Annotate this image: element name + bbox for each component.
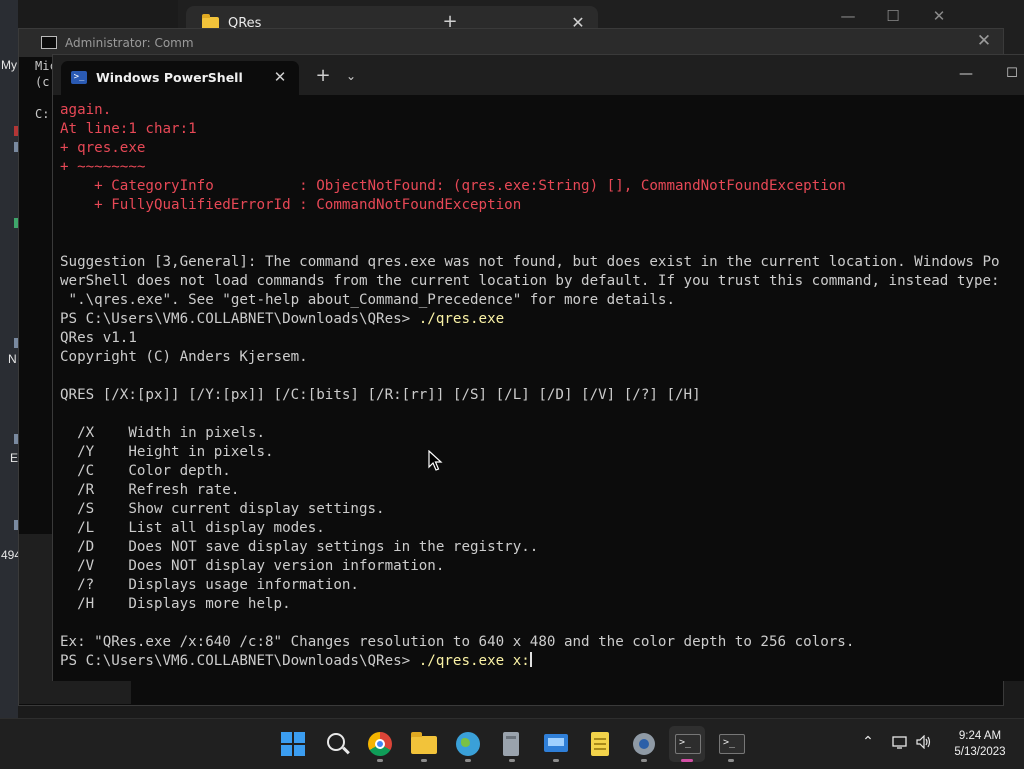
- terminal-window[interactable]: >_ Windows PowerShell ✕ + ⌄ — ☐ again. At…: [52, 54, 1024, 681]
- desktop-label: My: [1, 58, 17, 72]
- terminal-output-line: /R Refresh rate.: [60, 482, 240, 498]
- cmd-text-line: (c: [35, 75, 50, 89]
- volume-icon[interactable]: [914, 729, 934, 755]
- tab-title: Windows PowerShell: [96, 70, 243, 85]
- terminal-output-line: /X Width in pixels.: [60, 425, 265, 441]
- terminal-error-line: + qres.exe: [60, 140, 146, 156]
- terminal-icon: >_: [675, 734, 701, 754]
- terminal-output-line: /S Show current display settings.: [60, 501, 385, 517]
- prompt-path: PS C:\Users\VM6.COLLABNET\Downloads\QRes…: [60, 653, 419, 669]
- active-indicator: [681, 759, 693, 762]
- taskbar-app-file-explorer[interactable]: [406, 726, 442, 762]
- terminal-error-line: again.: [60, 102, 112, 118]
- terminal-output-line: Copyright (C) Anders Kjersem.: [60, 349, 308, 365]
- terminal-output-line: /L List all display modes.: [60, 520, 325, 536]
- terminal-output-line: /C Color depth.: [60, 463, 231, 479]
- close-tab-icon[interactable]: ✕: [270, 66, 290, 88]
- network-icon[interactable]: [890, 729, 910, 755]
- terminal-output-line: Ex: "QRes.exe /x:640 /c:8" Changes resol…: [60, 634, 855, 650]
- terminal-output-line: /H Displays more help.: [60, 596, 291, 612]
- terminal-output-line: ".\qres.exe". See "get-help about_Comman…: [60, 292, 675, 308]
- desktop-label: N: [8, 352, 17, 366]
- running-indicator: [509, 759, 515, 762]
- folder-icon: [411, 732, 437, 754]
- mouse-cursor-icon: [428, 450, 443, 471]
- search-button[interactable]: [319, 726, 355, 762]
- taskbar-app-settings[interactable]: [626, 726, 662, 762]
- terminal-error-line: + FullyQualifiedErrorId : CommandNotFoun…: [60, 197, 522, 213]
- start-button[interactable]: [275, 726, 311, 762]
- taskbar-app-drive[interactable]: [494, 726, 530, 762]
- tab-windows-powershell[interactable]: >_ Windows PowerShell ✕: [61, 61, 299, 95]
- running-indicator: [641, 759, 647, 762]
- system-clock[interactable]: 9:24 AM 5/13/2023: [940, 728, 1020, 760]
- minimize-button[interactable]: —: [951, 63, 981, 85]
- gear-icon: [633, 733, 655, 755]
- taskbar-app-terminal[interactable]: >_: [669, 726, 705, 762]
- taskbar-app-notepad[interactable]: [582, 726, 618, 762]
- terminal-output-line: Suggestion [3,General]: The command qres…: [60, 254, 1000, 270]
- terminal-output-line: werShell does not load commands from the…: [60, 273, 1000, 289]
- taskbar: >_ >_ ⌃ 9:24 AM 5/13/2023: [0, 718, 1024, 769]
- terminal-output-line: /? Displays usage information.: [60, 577, 359, 593]
- chrome-icon: [368, 732, 392, 756]
- prompt-path: PS C:\Users\VM6.COLLABNET\Downloads\QRes…: [60, 311, 419, 327]
- maximize-button[interactable]: ☐: [997, 63, 1024, 85]
- chevron-up-icon[interactable]: ⌃: [858, 729, 878, 755]
- terminal-output-line: /D Does NOT save display settings in the…: [60, 539, 539, 555]
- windows-start-icon: [281, 732, 305, 756]
- prompt-command[interactable]: ./qres.exe x:: [419, 653, 530, 669]
- minimize-button[interactable]: —: [836, 6, 860, 26]
- monitor-icon: [544, 734, 568, 752]
- terminal-tab-bar: >_ Windows PowerShell ✕ + ⌄ — ☐: [53, 55, 1024, 95]
- powershell-icon: >_: [71, 71, 87, 84]
- terminal-output-line: /Y Height in pixels.: [60, 444, 274, 460]
- terminal-prompt-line: PS C:\Users\VM6.COLLABNET\Downloads\QRes…: [60, 310, 504, 329]
- cmd-window-title: Administrator: Comm: [65, 36, 194, 50]
- running-indicator: [377, 759, 383, 762]
- drive-icon: [503, 732, 519, 756]
- running-indicator: [465, 759, 471, 762]
- terminal-icon: >_: [719, 734, 745, 754]
- new-tab-button[interactable]: +: [311, 65, 335, 87]
- maximize-button[interactable]: ☐: [881, 6, 905, 26]
- terminal-output-line: QRes v1.1: [60, 330, 137, 346]
- chevron-down-icon[interactable]: ⌄: [340, 65, 362, 87]
- taskbar-app-chrome[interactable]: [362, 726, 398, 762]
- clock-time: 9:24 AM: [958, 730, 1002, 742]
- globe-icon: [456, 732, 480, 756]
- terminal-output-line: /V Does NOT display version information.: [60, 558, 445, 574]
- notepad-icon: [591, 732, 609, 756]
- cmd-titlebar[interactable]: Administrator: Comm ✕: [19, 29, 1003, 57]
- running-indicator: [421, 759, 427, 762]
- terminal-output[interactable]: again. At line:1 char:1 + qres.exe + ~~~~~~…: [53, 101, 1023, 679]
- prompt-command: ./qres.exe: [418, 311, 505, 327]
- running-indicator: [728, 759, 734, 762]
- cmd-text-line: C:: [35, 107, 50, 121]
- search-icon: [327, 733, 345, 751]
- close-button[interactable]: ✕: [971, 31, 997, 51]
- close-button[interactable]: ✕: [927, 6, 951, 26]
- taskbar-app-browser[interactable]: [450, 726, 486, 762]
- cmd-icon: [41, 36, 57, 49]
- terminal-prompt-line: PS C:\Users\VM6.COLLABNET\Downloads\QRes…: [60, 652, 532, 671]
- terminal-error-line: + ~~~~~~~~: [60, 159, 146, 175]
- desktop-label: E: [10, 451, 19, 465]
- taskbar-app-remote-desktop[interactable]: [538, 726, 574, 762]
- text-cursor: [529, 652, 532, 667]
- running-indicator: [553, 759, 559, 762]
- taskbar-app-terminal-2[interactable]: >_: [713, 726, 749, 762]
- desktop-area: My N E 494: [0, 0, 21, 718]
- terminal-output-line: QRES [/X:[px]] [/Y:[px]] [/C:[bits] [/R:…: [60, 387, 701, 403]
- terminal-error-line: + CategoryInfo : ObjectNotFound: (qres.e…: [60, 178, 846, 194]
- terminal-error-line: At line:1 char:1: [60, 121, 197, 137]
- clock-date: 5/13/2023: [954, 746, 1006, 758]
